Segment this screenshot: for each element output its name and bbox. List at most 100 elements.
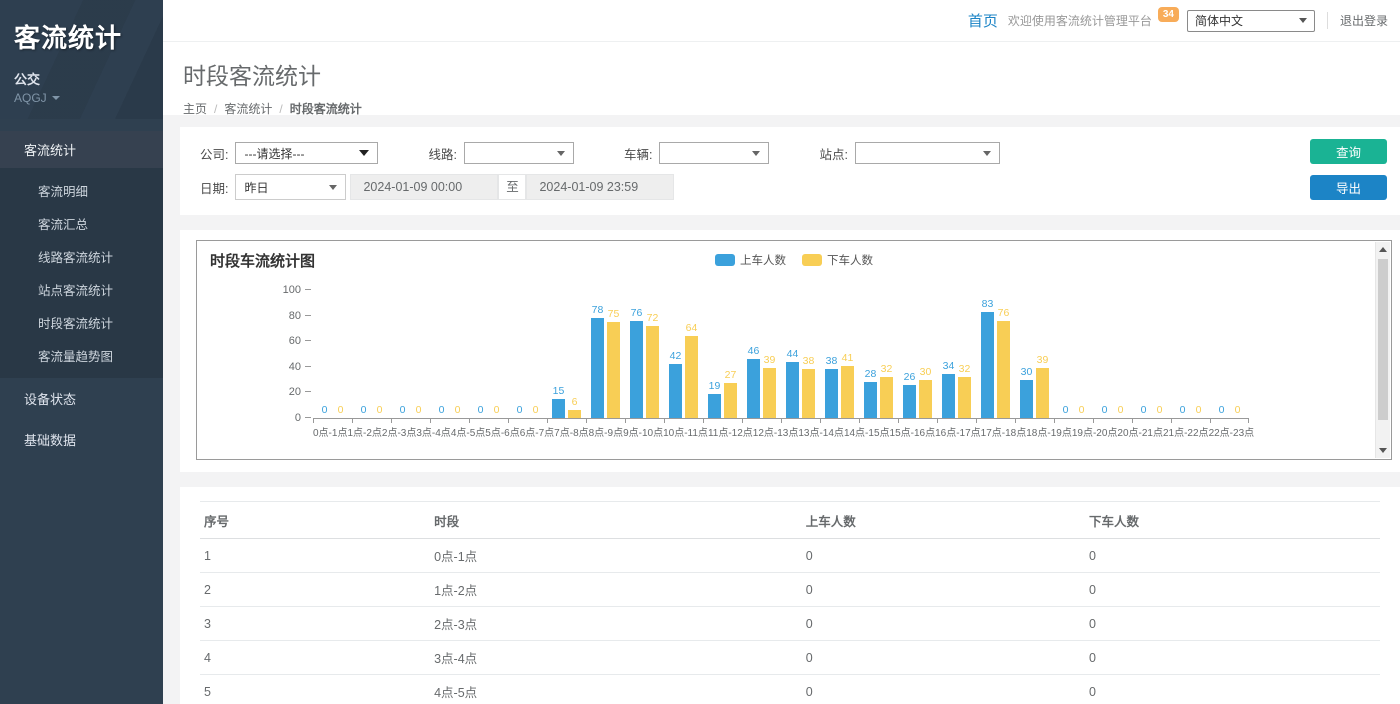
chart-category-slot: 00 bbox=[1054, 291, 1093, 418]
chevron-down-icon bbox=[557, 151, 565, 156]
x-axis-label: 6点-7点 bbox=[520, 424, 554, 439]
chart-category-slot: 1927 bbox=[703, 291, 742, 418]
vehicle-label: 车辆: bbox=[624, 144, 652, 163]
bar bbox=[981, 312, 994, 418]
main-area: 首页 欢迎使用客流统计管理平台 34 简体中文 退出登录 时段客流统计 主页 /… bbox=[163, 0, 1400, 704]
chart-category-slot: 00 bbox=[1132, 291, 1171, 418]
sidebar-subitem[interactable]: 客流量趋势图 bbox=[0, 339, 163, 372]
breadcrumb-home[interactable]: 主页 bbox=[183, 100, 207, 117]
chevron-down-icon bbox=[752, 151, 760, 156]
stats-table: 序号时段上车人数下车人数 10点-1点0021点-2点0032点-3点0043点… bbox=[200, 501, 1380, 704]
chart-category-slot: 2630 bbox=[898, 291, 937, 418]
vehicle-select[interactable] bbox=[659, 142, 769, 164]
scroll-down-icon[interactable] bbox=[1376, 443, 1390, 458]
bar-value-label: 0 bbox=[1063, 404, 1069, 416]
bar bbox=[669, 364, 682, 418]
x-axis-label: 9点-10点 bbox=[623, 424, 663, 439]
table-cell: 0 bbox=[802, 539, 1085, 573]
chart-title: 时段车流统计图 bbox=[210, 250, 315, 271]
company-select[interactable]: ---请选择--- bbox=[235, 142, 378, 164]
sidebar-item-passenger-stats[interactable]: 客流统计 bbox=[0, 131, 163, 168]
sidebar-subitem[interactable]: 站点客流统计 bbox=[0, 273, 163, 306]
table-row: 21点-2点00 bbox=[200, 573, 1380, 607]
sidebar-item-base-data[interactable]: 基础数据 bbox=[0, 419, 163, 460]
bar-value-label: 0 bbox=[400, 404, 406, 416]
bar-value-label: 76 bbox=[998, 307, 1010, 319]
search-button[interactable]: 查询 bbox=[1310, 139, 1387, 164]
sidebar-subitem[interactable]: 客流汇总 bbox=[0, 207, 163, 240]
bar-value-label: 32 bbox=[881, 363, 893, 375]
chart-category-slot: 4438 bbox=[781, 291, 820, 418]
filter-buttons: 查询 导出 bbox=[1310, 139, 1387, 200]
sidebar: 客流统计 公交 AQGJ 客流统计 客流明细客流汇总线路客流统计站点客流统计时段… bbox=[0, 0, 163, 704]
bar-value-label: 0 bbox=[338, 404, 344, 416]
bar-value-label: 39 bbox=[764, 354, 776, 366]
bar-group: 42 bbox=[669, 291, 682, 418]
scroll-up-icon[interactable] bbox=[1376, 242, 1390, 257]
bar-group: 0 bbox=[1176, 291, 1189, 418]
topbar: 首页 欢迎使用客流统计管理平台 34 简体中文 退出登录 bbox=[163, 0, 1400, 42]
x-axis-label: 7点-8点 bbox=[554, 424, 588, 439]
bar-value-label: 0 bbox=[439, 404, 445, 416]
org-code-dropdown[interactable]: AQGJ bbox=[14, 91, 149, 105]
app-title: 客流统计 bbox=[14, 18, 149, 55]
legend-item[interactable]: 上车人数 bbox=[715, 252, 786, 268]
y-axis-tick bbox=[305, 417, 311, 418]
bar-group: 83 bbox=[981, 291, 994, 418]
table-cell: 0 bbox=[802, 607, 1085, 641]
table-panel: 序号时段上车人数下车人数 10点-1点0021点-2点0032点-3点0043点… bbox=[180, 487, 1400, 704]
bar bbox=[708, 394, 721, 418]
chart-category-slot: 3841 bbox=[820, 291, 859, 418]
chevron-down-icon bbox=[1299, 18, 1307, 23]
station-select[interactable] bbox=[855, 142, 1000, 164]
table-cell: 1点-2点 bbox=[430, 573, 802, 607]
table-header-cell: 时段 bbox=[430, 502, 802, 539]
table-cell: 0 bbox=[1085, 573, 1380, 607]
language-select[interactable]: 简体中文 bbox=[1187, 10, 1315, 32]
x-axis-label: 21点-22点 bbox=[1163, 424, 1209, 439]
chart-category-slot: 3432 bbox=[937, 291, 976, 418]
export-button[interactable]: 导出 bbox=[1310, 175, 1387, 200]
bar-value-label: 38 bbox=[803, 355, 815, 367]
scrollbar-thumb[interactable] bbox=[1378, 259, 1388, 420]
bar bbox=[552, 399, 565, 418]
chart-plot: 0000000000001567875767242641927463944383… bbox=[313, 291, 1249, 419]
line-select[interactable] bbox=[464, 142, 574, 164]
sidebar-subitem[interactable]: 线路客流统计 bbox=[0, 240, 163, 273]
x-axis-label: 1点-2点 bbox=[347, 424, 381, 439]
bar-value-label: 0 bbox=[533, 404, 539, 416]
bar-group: 38 bbox=[825, 291, 838, 418]
bar-group: 0 bbox=[1075, 291, 1088, 418]
x-axis-label: 0点-1点 bbox=[313, 424, 347, 439]
bar-group: 0 bbox=[373, 291, 386, 418]
bar-value-label: 0 bbox=[455, 404, 461, 416]
date-preset-select[interactable]: 昨日 bbox=[235, 174, 346, 200]
table-cell: 0 bbox=[802, 573, 1085, 607]
bar-value-label: 0 bbox=[1235, 404, 1241, 416]
logout-link[interactable]: 退出登录 bbox=[1327, 12, 1388, 29]
bar-group: 30 bbox=[919, 291, 932, 418]
date-end-input[interactable]: 2024-01-09 23:59 bbox=[526, 174, 674, 200]
sidebar-subitem[interactable]: 时段客流统计 bbox=[0, 306, 163, 339]
bar-value-label: 42 bbox=[670, 350, 682, 362]
x-axis-label: 16点-17点 bbox=[935, 424, 981, 439]
home-link[interactable]: 首页 bbox=[968, 10, 998, 31]
chart-category-slot: 4264 bbox=[664, 291, 703, 418]
x-axis-label: 8点-9点 bbox=[589, 424, 623, 439]
table-cell: 5 bbox=[200, 675, 430, 704]
sidebar-item-device-status[interactable]: 设备状态 bbox=[0, 378, 163, 419]
chart-scrollbar[interactable] bbox=[1375, 242, 1390, 458]
bar-group: 0 bbox=[1153, 291, 1166, 418]
legend-item[interactable]: 下车人数 bbox=[802, 252, 873, 268]
filter-row-1: 公司: ---请选择--- 线路: 车辆: 站点: bbox=[200, 140, 1380, 166]
x-axis-label: 14点-15点 bbox=[844, 424, 890, 439]
bar-group: 0 bbox=[1137, 291, 1150, 418]
table-cell: 0点-1点 bbox=[430, 539, 802, 573]
bar-value-label: 0 bbox=[416, 404, 422, 416]
bar-value-label: 15 bbox=[553, 385, 565, 397]
date-start-input[interactable]: 2024-01-09 00:00 bbox=[350, 174, 498, 200]
bar-group: 0 bbox=[529, 291, 542, 418]
chart-category-slot: 4639 bbox=[742, 291, 781, 418]
breadcrumb-passenger-stats[interactable]: 客流统计 bbox=[224, 100, 272, 117]
sidebar-subitem[interactable]: 客流明细 bbox=[0, 174, 163, 207]
